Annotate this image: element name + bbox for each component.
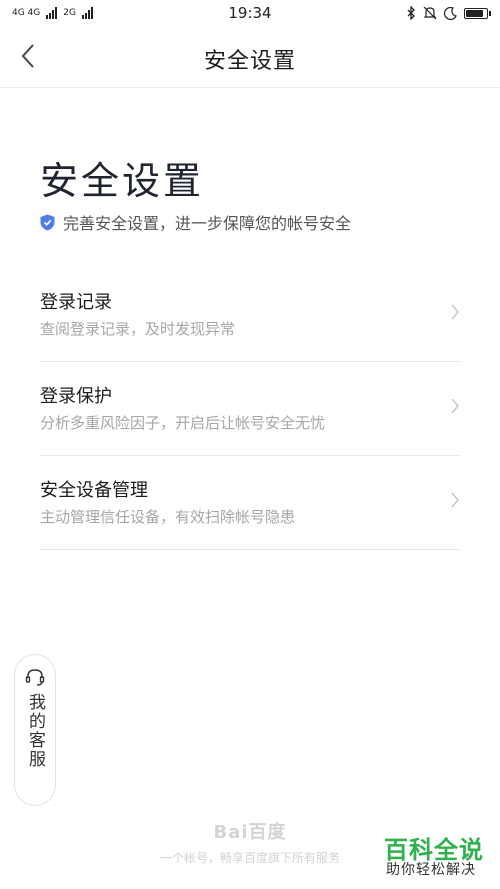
chevron-right-icon	[451, 398, 459, 414]
shield-icon	[40, 214, 55, 230]
list-item-login-protection[interactable]: 登录保护 分析多重风险因子，开启后让帐号安全无忧	[40, 362, 460, 456]
chevron-right-icon	[451, 492, 459, 508]
list-item-device-management[interactable]: 安全设备管理 主动管理信任设备，有效扫除帐号隐患	[40, 456, 460, 550]
list-item-desc: 主动管理信任设备，有效扫除帐号隐患	[40, 508, 296, 526]
page-title: 安全设置	[203, 49, 296, 74]
customer-service-label: 我的客服	[25, 693, 45, 769]
signal-indicators: 4G 4G 2G	[12, 7, 93, 19]
list-item-title: 登录保护	[40, 386, 112, 407]
hero-subtitle: 完善安全设置，进一步保障您的帐号安全	[63, 214, 352, 233]
navigation-bar: 安全设置	[0, 26, 500, 88]
watermark-subtitle: 助你轻松解决	[386, 862, 476, 878]
list-item-desc: 查阅登录记录，及时发现异常	[40, 320, 236, 338]
network-type-label: 4G 4G	[12, 8, 41, 18]
chevron-right-icon	[451, 304, 459, 320]
status-icons	[407, 6, 491, 20]
list-item-login-records[interactable]: 登录记录 查阅登录记录，及时发现异常	[40, 268, 460, 362]
list-item-title: 安全设备管理	[40, 480, 148, 501]
signal-strength-icon-2	[81, 7, 93, 19]
bluetooth-icon	[407, 6, 415, 20]
list-item-title: 登录记录	[40, 292, 112, 313]
moon-icon	[444, 6, 457, 20]
status-bar: 4G 4G 2G 19:34	[0, 0, 500, 26]
hero-subtitle-row: 完善安全设置，进一步保障您的帐号安全	[40, 210, 351, 234]
hero-title: 安全设置	[40, 159, 205, 203]
customer-service-button[interactable]: 我的客服	[14, 654, 56, 806]
battery-icon	[464, 7, 491, 19]
mute-icon	[423, 6, 437, 20]
signal-strength-icon	[46, 7, 58, 19]
headset-icon	[25, 669, 45, 686]
list-item-desc: 分析多重风险因子，开启后让帐号安全无忧	[40, 414, 326, 432]
network-type-label-2: 2G	[63, 8, 76, 18]
settings-list: 登录记录 查阅登录记录，及时发现异常 登录保护 分析多重风险因子，开启后让帐号安…	[40, 268, 460, 550]
